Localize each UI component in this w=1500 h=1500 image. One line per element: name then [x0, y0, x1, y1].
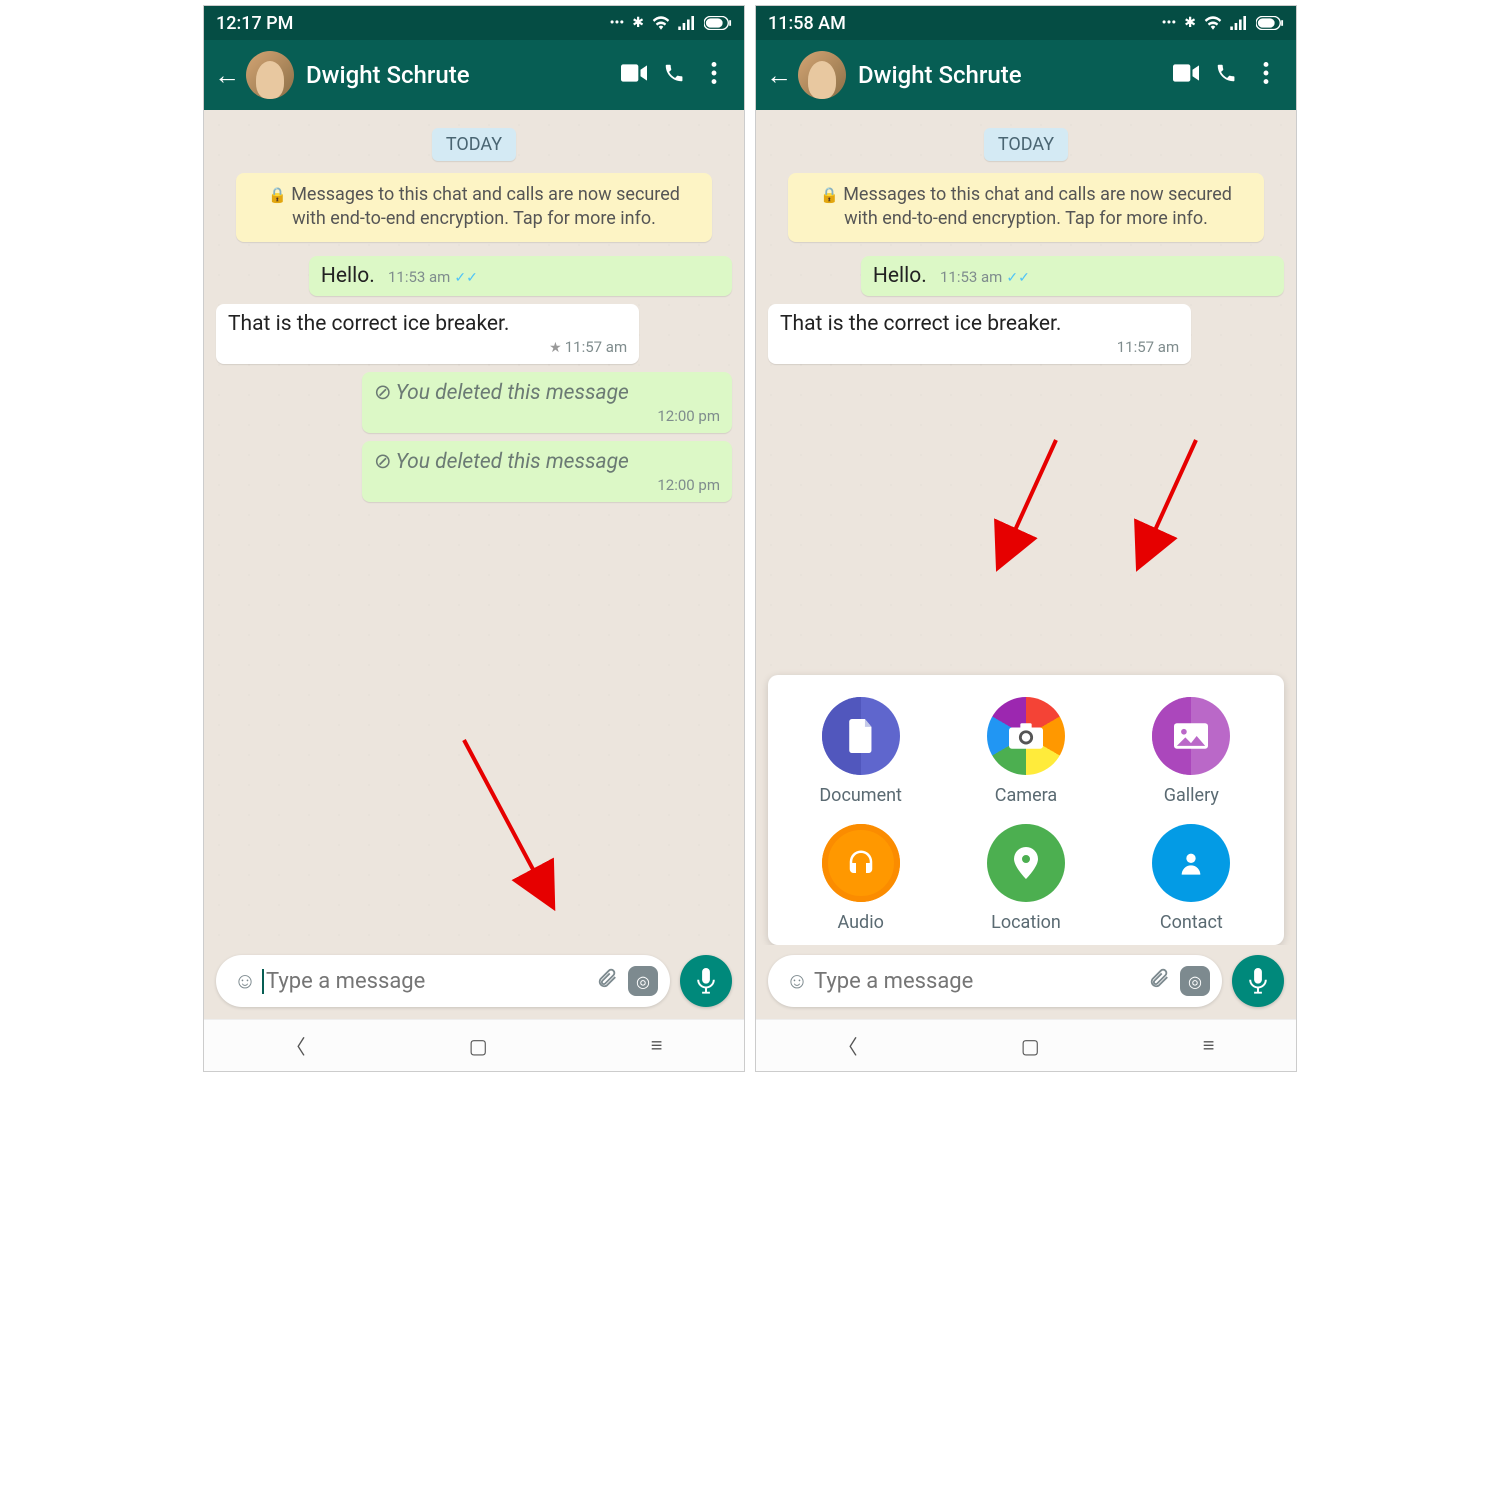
- menu-button[interactable]: [1246, 62, 1286, 88]
- signal-icon: [1230, 16, 1248, 30]
- attach-location[interactable]: Location: [943, 824, 1108, 933]
- status-icons: ••• ✱: [1162, 15, 1284, 31]
- message-outgoing[interactable]: Hello. 11:53 am✓✓: [861, 256, 1284, 296]
- menu-button[interactable]: [694, 62, 734, 88]
- chat-body[interactable]: TODAY 🔒 Messages to this chat and calls …: [756, 110, 1296, 945]
- nav-back[interactable]: 〈: [838, 1031, 858, 1060]
- annotation-arrow: [1116, 430, 1216, 574]
- avatar[interactable]: [246, 51, 294, 99]
- lock-icon: 🔒: [268, 186, 287, 204]
- wifi-icon: [1204, 16, 1222, 30]
- more-icon: •••: [1162, 15, 1177, 31]
- signal-icon: [678, 16, 696, 30]
- back-button[interactable]: ←: [766, 60, 798, 91]
- lock-icon: 🔒: [820, 186, 839, 204]
- date-badge: TODAY: [984, 128, 1068, 161]
- battery-icon: [704, 16, 732, 30]
- nav-recent[interactable]: ≡: [1203, 1033, 1215, 1058]
- avatar[interactable]: [798, 51, 846, 99]
- nav-recent[interactable]: ≡: [651, 1033, 663, 1058]
- camera-icon[interactable]: ◎: [1180, 966, 1210, 996]
- nav-home[interactable]: ▢: [1021, 1034, 1040, 1058]
- status-bar: 12:17 PM ••• ✱: [204, 6, 744, 40]
- emoji-icon[interactable]: ☺: [780, 968, 814, 994]
- nav-bar: 〈 ▢ ≡: [204, 1019, 744, 1071]
- attach-gallery[interactable]: Gallery: [1109, 697, 1274, 806]
- message-incoming[interactable]: That is the correct ice breaker. 11:57 a…: [768, 304, 1191, 364]
- wifi-icon: [652, 16, 670, 30]
- status-time: 12:17 PM: [216, 13, 293, 34]
- emoji-icon[interactable]: ☺: [228, 968, 262, 994]
- nav-bar: 〈 ▢ ≡: [756, 1019, 1296, 1071]
- attach-document[interactable]: Document: [778, 697, 943, 806]
- attach-contact[interactable]: Contact: [1109, 824, 1274, 933]
- mic-button[interactable]: [680, 955, 732, 1007]
- prohibit-icon: ⊘: [374, 381, 392, 405]
- prohibit-icon: ⊘: [374, 450, 392, 474]
- message-deleted[interactable]: ⊘You deleted this message 12:00 pm: [362, 441, 732, 502]
- attach-audio[interactable]: Audio: [778, 824, 943, 933]
- attach-icon[interactable]: [590, 967, 624, 995]
- more-icon: •••: [610, 15, 625, 31]
- message-input-box[interactable]: ☺ ◎: [216, 955, 670, 1007]
- phone-left: 12:17 PM ••• ✱ ← Dwight Schrute TODAY 🔒 …: [204, 6, 744, 1071]
- annotation-arrow: [444, 730, 574, 914]
- mic-button[interactable]: [1232, 955, 1284, 1007]
- bluetooth-icon: ✱: [1184, 15, 1196, 31]
- message-input[interactable]: [262, 969, 590, 994]
- status-time: 11:58 AM: [768, 13, 846, 34]
- message-outgoing[interactable]: Hello. 11:53 am✓✓: [309, 256, 732, 296]
- chat-body[interactable]: TODAY 🔒 Messages to this chat and calls …: [204, 110, 744, 945]
- status-bar: 11:58 AM ••• ✱: [756, 6, 1296, 40]
- bluetooth-icon: ✱: [632, 15, 644, 31]
- attach-camera[interactable]: Camera: [943, 697, 1108, 806]
- nav-home[interactable]: ▢: [469, 1034, 488, 1058]
- chat-name[interactable]: Dwight Schrute: [858, 61, 1166, 89]
- annotation-arrow: [976, 430, 1076, 574]
- chat-name[interactable]: Dwight Schrute: [306, 61, 614, 89]
- read-ticks-icon: ✓✓: [1006, 270, 1029, 286]
- input-row: ☺ ◎: [204, 945, 744, 1019]
- nav-back[interactable]: 〈: [286, 1031, 306, 1060]
- video-call-button[interactable]: [614, 64, 654, 86]
- app-bar: ← Dwight Schrute: [756, 40, 1296, 110]
- app-bar: ← Dwight Schrute: [204, 40, 744, 110]
- read-ticks-icon: ✓✓: [454, 270, 477, 286]
- voice-call-button[interactable]: [654, 62, 694, 88]
- star-icon: ★: [549, 340, 562, 356]
- camera-icon[interactable]: ◎: [628, 966, 658, 996]
- message-incoming[interactable]: That is the correct ice breaker. ★11:57 …: [216, 304, 639, 364]
- message-input[interactable]: [814, 969, 1142, 994]
- voice-call-button[interactable]: [1206, 62, 1246, 88]
- message-input-box[interactable]: ☺ ◎: [768, 955, 1222, 1007]
- video-call-button[interactable]: [1166, 64, 1206, 86]
- encryption-notice[interactable]: 🔒 Messages to this chat and calls are no…: [788, 173, 1264, 242]
- encryption-notice[interactable]: 🔒 Messages to this chat and calls are no…: [236, 173, 712, 242]
- attach-icon[interactable]: [1142, 967, 1176, 995]
- phone-right: 11:58 AM ••• ✱ ← Dwight Schrute TODAY 🔒 …: [756, 6, 1296, 1071]
- attachment-panel: Document Camera Gallery Audio Location C…: [768, 675, 1284, 945]
- date-badge: TODAY: [432, 128, 516, 161]
- input-row: ☺ ◎: [756, 945, 1296, 1019]
- battery-icon: [1256, 16, 1284, 30]
- status-icons: ••• ✱: [610, 15, 732, 31]
- message-deleted[interactable]: ⊘You deleted this message 12:00 pm: [362, 372, 732, 433]
- back-button[interactable]: ←: [214, 60, 246, 91]
